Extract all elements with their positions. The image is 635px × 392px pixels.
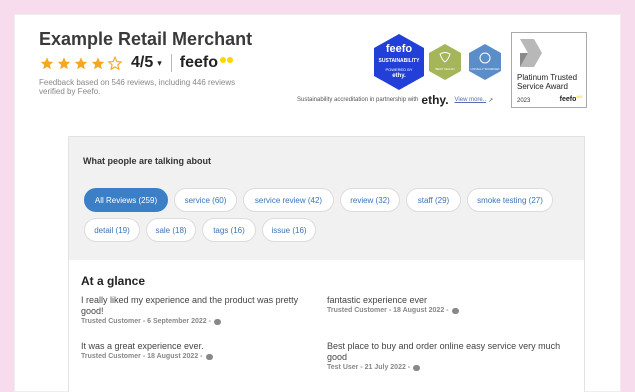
comment-icon[interactable] xyxy=(213,318,221,325)
feefo-logo-text: feefo xyxy=(179,54,219,71)
comment-icon[interactable] xyxy=(205,353,213,360)
vegan-badge[interactable]: BEST VEGAN xyxy=(428,43,462,81)
accreditation-line: Sustainability accreditation in partners… xyxy=(297,93,493,107)
chevron-down-icon[interactable]: ▾ xyxy=(157,58,162,69)
award-title: Platinum Trusted Service Award xyxy=(517,73,578,91)
review-meta: Trusted Customer - 18 August 2022 - xyxy=(81,353,316,360)
award-feefo-logo: feefo°° xyxy=(559,96,582,103)
review-text: fantastic experience ever xyxy=(327,295,428,305)
award-year: 2023 xyxy=(517,98,531,104)
vegan-badge-label: BEST VEGAN xyxy=(435,67,455,71)
badge-ethy: ethy. xyxy=(392,73,406,79)
review-text: It was a great experience ever. xyxy=(81,341,204,351)
chip-review[interactable]: review (32) xyxy=(340,188,400,212)
review-snippet[interactable]: Best place to buy and order online easy … xyxy=(327,341,567,371)
star-icon xyxy=(74,56,88,69)
badge-feefo-title: feefo xyxy=(385,43,413,55)
platinum-award-badge[interactable]: Platinum Trusted Service Award 2023 feef… xyxy=(511,32,587,108)
view-more-link[interactable]: View more.. xyxy=(455,97,487,103)
feefo-logo: feefo xyxy=(179,54,234,72)
local-badge-label: LOCALLY SOURCED xyxy=(470,67,500,71)
star-icon xyxy=(91,56,105,69)
award-chevron-icon xyxy=(520,39,542,67)
review-snippet[interactable]: fantastic experience ever Trusted Custom… xyxy=(327,295,567,314)
review-text: Best place to buy and order online easy … xyxy=(327,341,561,362)
review-snippet[interactable]: I really liked my experience and the pro… xyxy=(81,295,316,325)
topics-heading: What people are talking about xyxy=(83,156,212,166)
chip-service[interactable]: service (60) xyxy=(174,188,237,212)
at-a-glance-section xyxy=(68,260,585,392)
chip-service-review[interactable]: service review (42) xyxy=(243,188,334,212)
review-text: I really liked my experience and the pro… xyxy=(81,295,299,316)
at-a-glance-title: At a glance xyxy=(81,274,146,288)
rating-row: 4/5 ▾ feefo xyxy=(39,53,234,73)
review-meta: Trusted Customer - 18 August 2022 - xyxy=(327,307,567,314)
external-link-icon[interactable]: ↗ xyxy=(488,97,493,104)
chip-tags[interactable]: tags (16) xyxy=(202,218,256,242)
badge-sustainability-label: SUSTAINABILITY xyxy=(378,58,420,64)
chip-staff[interactable]: staff (29) xyxy=(406,188,461,212)
comment-icon[interactable] xyxy=(451,307,459,314)
chip-all-reviews[interactable]: All Reviews (259) xyxy=(84,188,168,212)
star-icon xyxy=(57,56,71,69)
star-rating xyxy=(39,55,123,71)
review-snippet[interactable]: It was a great experience ever. Trusted … xyxy=(81,341,316,360)
star-outline-icon xyxy=(107,55,123,70)
feedback-summary: Feedback based on 546 reviews, including… xyxy=(39,78,236,96)
rating-score[interactable]: 4/5 xyxy=(131,54,153,72)
feefo-sustainability-badge[interactable]: feefo SUSTAINABILITY POWERED BY ethy. xyxy=(372,33,426,91)
feefo-eyes-icon xyxy=(219,57,234,63)
chip-detail[interactable]: detail (19) xyxy=(84,218,140,242)
review-meta: Test User - 21 July 2022 - xyxy=(327,364,567,371)
comment-icon[interactable] xyxy=(413,364,421,371)
location-badge-icon xyxy=(469,44,501,80)
review-meta: Trusted Customer - 6 September 2022 - xyxy=(81,318,316,325)
chip-smoke-testing[interactable]: smoke testing (27) xyxy=(467,188,553,212)
local-badge[interactable]: LOCALLY SOURCED xyxy=(468,43,502,81)
badge-powered-by: POWERED BY xyxy=(385,67,413,72)
divider xyxy=(170,54,172,72)
ethy-logo: ethy. xyxy=(421,93,449,107)
leaf-badge-icon xyxy=(429,44,461,80)
chip-issue[interactable]: issue (16) xyxy=(262,218,316,242)
accreditation-text: Sustainability accreditation in partners… xyxy=(297,97,419,103)
merchant-name: Example Retail Merchant xyxy=(39,29,253,49)
chip-sale[interactable]: sale (18) xyxy=(146,218,196,242)
star-icon xyxy=(40,56,54,69)
